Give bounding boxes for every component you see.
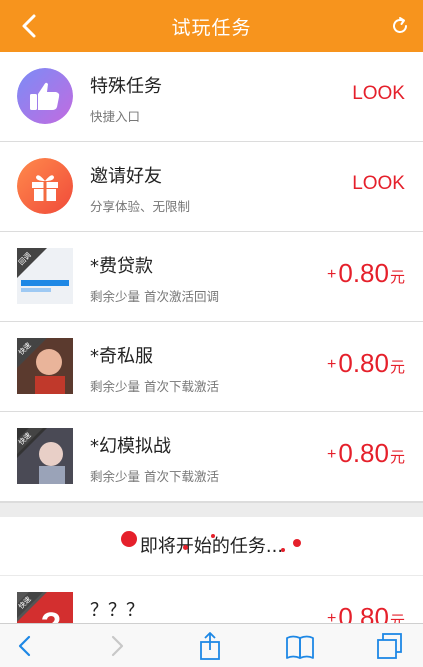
task-name: 邀请好友 — [90, 166, 162, 187]
task-subtitle: 剩余少量 首次下载激活 — [90, 379, 219, 394]
look-button[interactable]: LOOK — [352, 173, 405, 195]
look-button[interactable]: LOOK — [352, 83, 405, 105]
task-name: *奇私服 — [90, 346, 153, 367]
reward-price: +0.80元 — [327, 258, 405, 289]
task-subtitle: 分享体验、无限制 — [90, 199, 191, 214]
browser-toolbar — [0, 623, 423, 667]
price-unit: 元 — [389, 269, 405, 286]
price-amount: 0.80 — [338, 438, 389, 468]
list-item-task[interactable]: 快速 *幻模拟战 剩余少量 首次下载激活 +0.80元 — [0, 412, 423, 502]
gift-icon — [17, 158, 73, 214]
loading-dot — [281, 548, 285, 552]
app-thumbnail: 快速 — [17, 428, 73, 484]
section-divider — [0, 502, 423, 517]
refresh-icon[interactable] — [389, 15, 411, 37]
reward-price: +0.80元 — [327, 348, 405, 379]
browser-back-icon[interactable] — [10, 630, 42, 662]
loading-dot — [293, 539, 301, 547]
list-item-special-task[interactable]: 特殊任务 快捷入口 LOOK — [0, 52, 423, 142]
task-list: 特殊任务 快捷入口 LOOK 邀请好友 分享体验、无限制 LOOK 回调 *费贷… — [0, 52, 423, 666]
upcoming-header: 即将开始的任务... — [0, 517, 423, 576]
loading-dot — [121, 531, 137, 547]
task-subtitle: 剩余少量 首次激活回调 — [90, 289, 219, 304]
list-item-task[interactable]: 回调 *费贷款 剩余少量 首次激活回调 +0.80元 — [0, 232, 423, 322]
task-name: *费贷款 — [90, 256, 153, 277]
header-bar: 试玩任务 — [0, 0, 423, 52]
price-plus: + — [327, 446, 337, 463]
price-amount: 0.80 — [338, 348, 389, 378]
price-plus: + — [327, 356, 337, 373]
app-thumbnail: 回调 — [17, 248, 73, 304]
price-unit: 元 — [389, 449, 405, 466]
thumbs-up-icon — [17, 68, 73, 124]
price-plus: + — [327, 266, 337, 283]
task-name: 特殊任务 — [90, 76, 162, 97]
task-name: ？？？ — [90, 600, 144, 621]
bookmarks-icon[interactable] — [284, 630, 316, 662]
task-name: *幻模拟战 — [90, 436, 171, 457]
browser-forward-icon[interactable] — [100, 630, 132, 662]
page-title: 试玩任务 — [171, 17, 252, 39]
list-item-task[interactable]: 快速 *奇私服 剩余少量 首次下载激活 +0.80元 — [0, 322, 423, 412]
price-amount: 0.80 — [338, 258, 389, 288]
task-subtitle: 剩余少量 首次下载激活 — [90, 469, 219, 484]
task-subtitle: 快捷入口 — [90, 109, 141, 124]
loading-dot — [183, 545, 188, 550]
share-icon[interactable] — [194, 630, 226, 662]
list-item-invite-friends[interactable]: 邀请好友 分享体验、无限制 LOOK — [0, 142, 423, 232]
price-unit: 元 — [389, 359, 405, 376]
tabs-icon[interactable] — [374, 630, 406, 662]
app-thumbnail: 快速 — [17, 338, 73, 394]
loading-dot — [211, 534, 215, 538]
reward-price: +0.80元 — [327, 438, 405, 469]
